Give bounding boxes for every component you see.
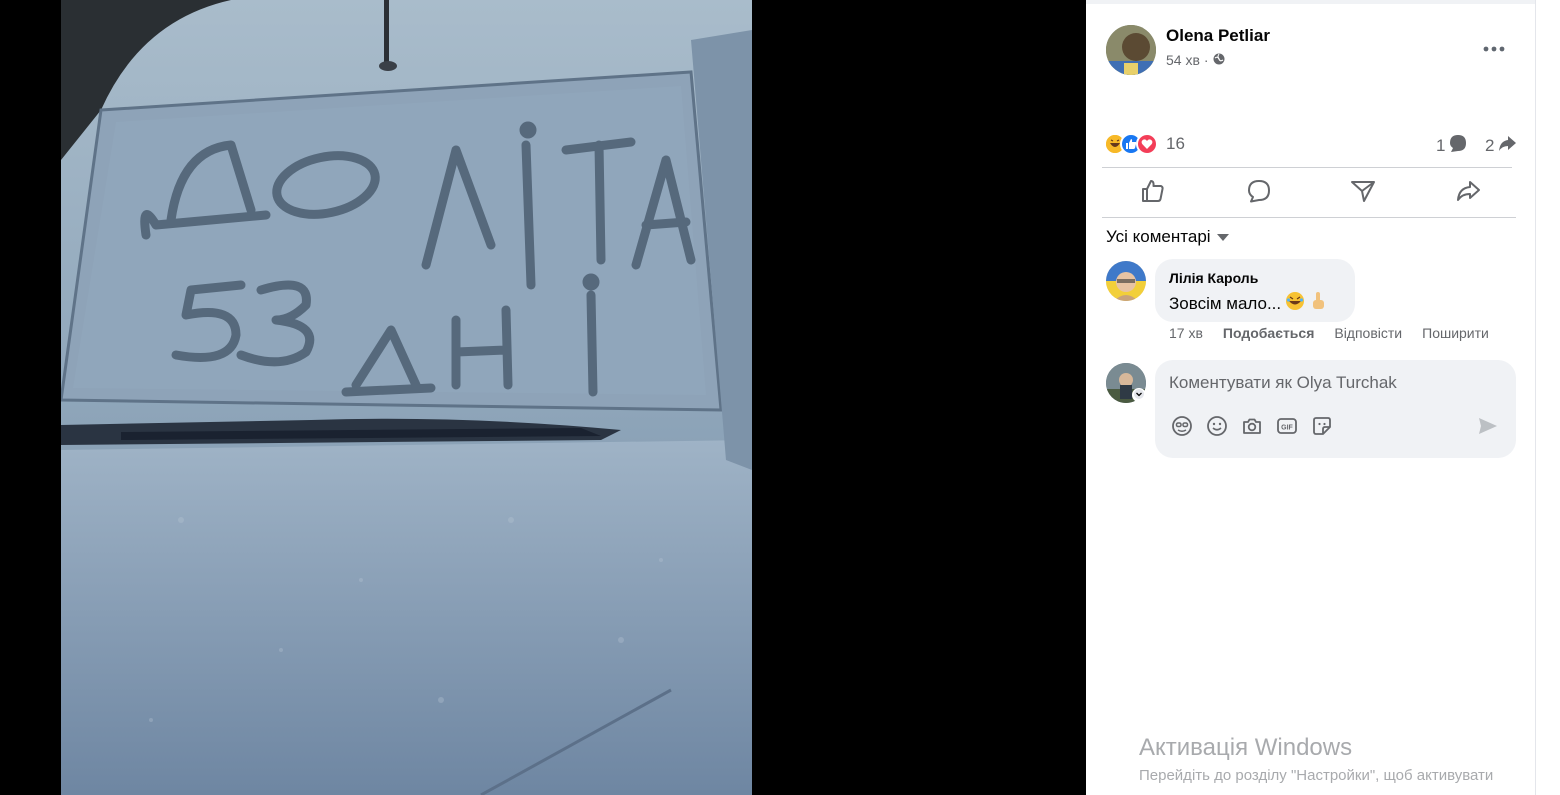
share-count[interactable]: 2 <box>1485 133 1517 158</box>
profile-switch-badge[interactable] <box>1132 388 1146 402</box>
share-icon <box>1455 178 1481 209</box>
like-button[interactable] <box>1133 175 1173 211</box>
comment-sort-dropdown[interactable]: Усі коментарі <box>1106 227 1229 247</box>
comment-actions: 17 хв Подобається Відповісти Поширити <box>1169 325 1509 341</box>
laughing-emoji-icon <box>1285 291 1305 316</box>
gif-button[interactable]: GIF <box>1274 415 1300 441</box>
sticker-button[interactable] <box>1309 415 1335 441</box>
reaction-count: 16 <box>1166 134 1185 153</box>
share-arrow-icon <box>1497 133 1517 158</box>
divider <box>1102 217 1516 218</box>
avatar-sticker-icon <box>1171 415 1193 442</box>
comment-like-link[interactable]: Подобається <box>1223 325 1314 341</box>
post-photo[interactable] <box>61 0 752 795</box>
post-time[interactable]: 54 хв <box>1166 52 1200 68</box>
share-button[interactable] <box>1448 175 1488 211</box>
pointing-up-emoji-icon <box>1309 291 1327 316</box>
comment-icon <box>1246 178 1272 209</box>
comment-bubble-icon <box>1448 133 1468 158</box>
post-side-panel: Olena Petliar 54 хв · 16 1 2 Усі комента… <box>1086 0 1560 795</box>
comment-time[interactable]: 17 хв <box>1169 325 1203 341</box>
send-button[interactable] <box>1343 175 1383 211</box>
commenter-avatar[interactable] <box>1106 261 1146 301</box>
comment-bubble: Лілія Кароль Зовсім мало... <box>1155 259 1355 322</box>
comment-count-value: 1 <box>1436 135 1446 155</box>
comment-body: Зовсім мало... <box>1169 293 1282 313</box>
comment-composer: GIF <box>1155 360 1516 458</box>
windows-activation-subtitle: Перейдіть до розділу "Настройки", щоб ак… <box>1139 767 1494 784</box>
smiley-icon <box>1206 415 1228 442</box>
paper-plane-icon <box>1478 416 1498 441</box>
gif-icon: GIF <box>1276 415 1298 442</box>
comment-reply-link[interactable]: Відповісти <box>1334 325 1402 341</box>
comment-author[interactable]: Лілія Кароль <box>1169 270 1258 286</box>
comment-count[interactable]: 1 <box>1436 133 1468 158</box>
comment-button[interactable] <box>1239 175 1279 211</box>
comment-sort-label: Усі коментарі <box>1106 227 1211 246</box>
post-meta: 54 хв · <box>1166 52 1225 68</box>
comment-input[interactable] <box>1169 373 1489 393</box>
comment-text: Зовсім мало... <box>1169 291 1327 316</box>
avatar-sticker-button[interactable] <box>1169 415 1195 441</box>
send-icon <box>1350 178 1376 209</box>
photo-button[interactable] <box>1239 415 1265 441</box>
globe-icon <box>1213 52 1225 68</box>
photo-viewer <box>0 0 1086 795</box>
svg-text:GIF: GIF <box>1281 424 1293 431</box>
more-options-button[interactable] <box>1478 32 1510 64</box>
meta-separator: · <box>1203 52 1209 68</box>
emoji-button[interactable] <box>1204 415 1230 441</box>
divider <box>1102 167 1512 168</box>
camera-icon <box>1241 415 1263 442</box>
more-icon <box>1483 39 1505 57</box>
panel-top-border <box>1086 0 1536 4</box>
chevron-down-icon <box>1134 386 1144 404</box>
author-avatar[interactable] <box>1106 25 1156 75</box>
panel-scrollbar-track[interactable] <box>1535 0 1536 795</box>
caret-down-icon <box>1216 227 1229 247</box>
windows-activation-title: Активація Windows <box>1139 734 1353 761</box>
reactions-summary[interactable]: 16 <box>1104 133 1185 155</box>
love-icon <box>1136 133 1158 155</box>
send-comment-button[interactable] <box>1475 415 1501 441</box>
author-name[interactable]: Olena Petliar <box>1166 26 1270 46</box>
thumbs-up-icon <box>1140 178 1166 209</box>
comment-share-link[interactable]: Поширити <box>1422 325 1489 341</box>
sticker-icon <box>1311 415 1333 442</box>
share-count-value: 2 <box>1485 135 1495 155</box>
